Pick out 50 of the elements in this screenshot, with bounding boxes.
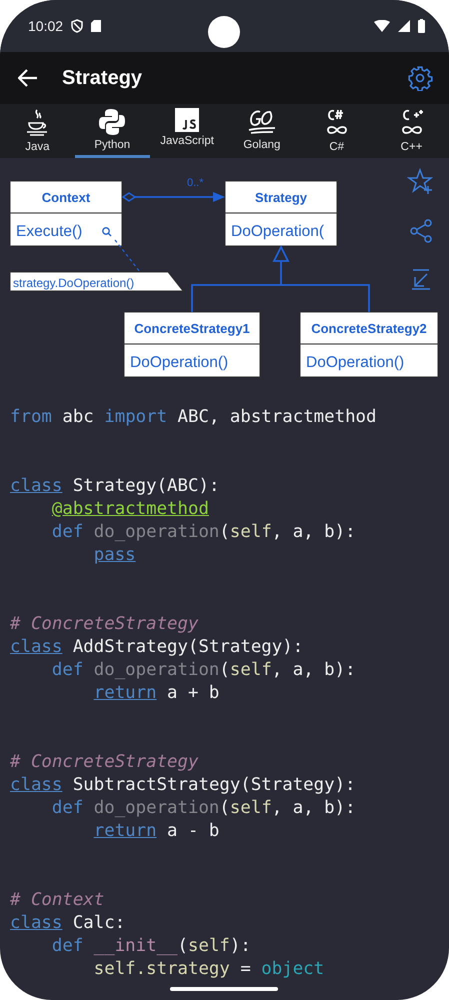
note-text: strategy.DoOperation() — [13, 276, 134, 290]
method-name: DoOperation( — [231, 223, 324, 240]
sd-card-icon — [91, 20, 102, 32]
go-logo-icon — [246, 108, 277, 136]
code-line: self.strategy = object — [92, 958, 324, 981]
code-line: class Calc: — [10, 912, 126, 935]
code-line: class SubtractStrategy(Strategy): — [10, 774, 356, 797]
add-favorite-button[interactable] — [407, 168, 435, 196]
code-line: @abstractmethod — [50, 498, 209, 521]
status-time: 10:02 — [28, 18, 64, 34]
language-tab[interactable]: Golang — [224, 104, 300, 158]
language-tab[interactable]: C# — [299, 104, 374, 158]
signal-icon — [398, 20, 410, 32]
screen-title: Strategy — [62, 66, 144, 90]
js-logo-icon — [175, 108, 200, 132]
code-line: def do_operation(self, a, b): — [50, 659, 356, 682]
class-name: ConcreteStrategy2 — [311, 321, 427, 336]
method-name: DoOperation() — [130, 354, 228, 371]
method-name: Execute() — [16, 223, 82, 240]
shield-icon — [71, 19, 84, 33]
code-line: def do_operation(self, a, b): — [50, 521, 356, 544]
battery-icon — [418, 19, 425, 33]
back-button[interactable] — [18, 69, 38, 87]
code-line: class AddStrategy(Strategy): — [10, 636, 304, 659]
code-line: class Strategy(ABC): — [10, 475, 220, 498]
settings-button[interactable] — [407, 65, 433, 91]
language-tab[interactable]: JavaScript — [150, 104, 224, 158]
class-name: Strategy — [254, 190, 308, 205]
code-line: def __init__(self): — [50, 935, 251, 958]
code-line: pass — [92, 544, 136, 567]
class-name: Context — [42, 190, 90, 205]
method-name: DoOperation() — [306, 354, 404, 371]
wifi-icon — [374, 20, 390, 32]
language-tab[interactable]: Java — [0, 104, 75, 158]
note-connector — [114, 240, 140, 272]
code-line: # Context — [10, 889, 104, 912]
snake-logo-icon — [99, 108, 126, 136]
cup-icon — [25, 108, 50, 138]
code-line: def do_operation(self, a, b): — [50, 797, 356, 820]
code-line: return a - b — [92, 820, 220, 843]
language-tab[interactable]: C++ — [374, 104, 449, 158]
magnifier-icon — [102, 227, 112, 236]
code-line: return a + b — [92, 682, 220, 705]
multiplicity-label: 0..* — [187, 177, 204, 189]
language-tab[interactable]: Python — [74, 104, 150, 158]
code-line: # ConcreteStrategy — [10, 751, 198, 774]
camera-hole — [208, 16, 240, 48]
code-line: # ConcreteStrategy — [10, 613, 198, 636]
class-name: ConcreteStrategy1 — [134, 321, 250, 336]
code-line: from abc import ABC, abstractmethod — [10, 406, 376, 429]
